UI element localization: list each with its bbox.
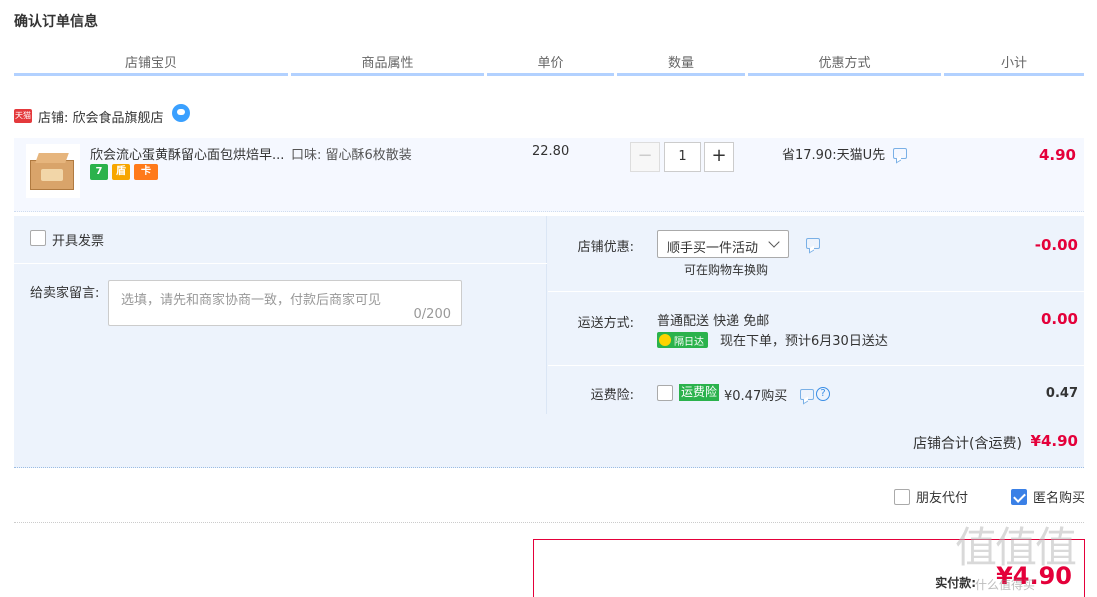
chevron-down-icon <box>768 236 780 248</box>
column-header-qty: 数量 <box>617 52 745 76</box>
lightning-icon <box>659 334 671 346</box>
decrease-quantity-button[interactable]: − <box>630 142 660 172</box>
column-header-subtotal: 小计 <box>944 52 1084 76</box>
discount-info-icon[interactable] <box>806 238 820 249</box>
watermark-glyph: 值值值 <box>955 523 1077 572</box>
increase-quantity-button[interactable]: + <box>704 142 734 172</box>
shop-discount-select[interactable]: 顺手买一件活动 <box>657 230 789 258</box>
seller-message-label: 给卖家留言: <box>30 286 100 301</box>
shipping-insurance-label: 运费险: <box>590 388 634 403</box>
shipping-insurance-row: 运费险: 运费险 ¥0.47购买 ? 0.47 <box>548 366 1084 414</box>
shop-discount-label: 店铺优惠: <box>577 240 634 255</box>
shipping-method: 普通配送 快递 免邮 <box>657 314 770 329</box>
friend-pay-option[interactable]: 朋友代付 <box>894 487 968 506</box>
shop-discount-amount: -0.00 <box>1034 236 1078 254</box>
item-subtotal: 4.90 <box>1038 146 1076 164</box>
tmall-icon: 天猫 <box>14 109 32 123</box>
insurance-info-icon[interactable] <box>800 389 814 400</box>
seller-message-counter: 0/200 <box>413 307 451 322</box>
invoice-row: 开具发票 <box>14 216 547 264</box>
column-header-price: 单价 <box>487 52 614 76</box>
shield-guarantee-icon[interactable]: 盾 <box>112 164 130 180</box>
seven-day-return-icon[interactable]: 7 <box>90 164 108 180</box>
chat-contact-icon[interactable] <box>171 104 190 122</box>
seller-message-input[interactable]: 选填，请先和商家协商一致，付款后商家可见 0/200 <box>108 280 462 326</box>
invoice-label[interactable]: 开具发票 <box>52 230 104 249</box>
anonymous-buy-checkbox[interactable] <box>1011 488 1027 505</box>
next-day-badge-text: 隔日达 <box>674 336 704 348</box>
shipping-label: 运送方式: <box>577 316 634 331</box>
friend-pay-label[interactable]: 朋友代付 <box>916 487 968 506</box>
column-header-attr: 商品属性 <box>291 52 484 76</box>
invoice-checkbox[interactable] <box>30 230 46 246</box>
product-sku: 口味: 留心酥6枚散装 <box>291 148 412 163</box>
cart-swap-hint: 可在购物车换购 <box>684 263 769 277</box>
friend-pay-checkbox[interactable] <box>894 488 910 505</box>
shop-discount-selected: 顺手买一件活动 <box>667 241 759 256</box>
shipping-insurance-price: ¥0.47购买 <box>724 389 788 404</box>
order-options-right: 店铺优惠: 顺手买一件活动 可在购物车换购 -0.00 运送方式: 普通配送 快… <box>548 216 1084 414</box>
column-header-item: 店铺宝贝 <box>14 52 288 76</box>
column-header: 店铺宝贝 商品属性 单价 数量 优惠方式 小计 <box>14 52 1084 76</box>
product-image <box>30 160 74 190</box>
shipping-amount: 0.00 <box>1040 310 1078 328</box>
item-discount-text: 省17.90:天猫U先 <box>782 148 886 163</box>
quantity-stepper: − 1 + <box>630 142 734 172</box>
shop-total-value: ¥4.90 <box>1030 432 1078 450</box>
page-title: 确认订单信息 <box>14 14 98 30</box>
service-icons: 7 盾 卡 <box>90 164 158 180</box>
order-options-left: 开具发票 给卖家留言: 选填，请先和商家协商一致，付款后商家可见 0/200 <box>14 216 547 414</box>
shop-total-label: 店铺合计(含运费) <box>913 436 1022 452</box>
order-item-row: 欣会流心蛋黄酥留心面包烘焙早... 7 盾 卡 口味: 留心酥6枚散装 22.8… <box>14 138 1084 212</box>
shop-discount-row: 店铺优惠: 顺手买一件活动 可在购物车换购 -0.00 <box>548 216 1084 292</box>
credit-card-icon[interactable]: 卡 <box>134 164 158 180</box>
next-day-badge: 隔日达 <box>657 332 708 348</box>
product-title-link[interactable]: 欣会流心蛋黄酥留心面包烘焙早... <box>90 144 290 163</box>
shipping-insurance-badge: 运费险 <box>679 384 720 401</box>
shipping-insurance-checkbox[interactable] <box>657 385 673 401</box>
watermark-logo: 值值值 什么值得买 <box>955 514 1085 597</box>
seller-message-placeholder: 选填，请先和商家协商一致，付款后商家可见 <box>121 293 382 308</box>
shop-row: 天猫 店铺: 欣会食品旗舰店 <box>14 104 190 126</box>
order-options-panel: 开具发票 给卖家留言: 选填，请先和商家协商一致，付款后商家可见 0/200 店… <box>14 216 1084 414</box>
product-thumbnail[interactable] <box>26 144 80 198</box>
help-icon[interactable]: ? <box>816 387 830 401</box>
anonymous-buy-option[interactable]: 匿名购买 <box>1011 487 1085 506</box>
watermark-text: 什么值得买 <box>975 578 1036 592</box>
shipping-row: 运送方式: 普通配送 快递 免邮 隔日达 现在下单，预计6月30日送达 0.00 <box>548 292 1084 366</box>
discount-info-icon[interactable] <box>893 148 908 159</box>
shipping-insurance-amount: 0.47 <box>1045 386 1078 401</box>
item-discount: 省17.90:天猫U先 <box>782 144 908 163</box>
quantity-input[interactable]: 1 <box>664 142 701 172</box>
divider <box>14 522 1084 523</box>
unit-price: 22.80 <box>532 144 570 159</box>
column-header-discount: 优惠方式 <box>748 52 941 76</box>
shipping-eta: 现在下单，预计6月30日送达 <box>720 334 888 349</box>
shop-name[interactable]: 店铺: 欣会食品旗舰店 <box>38 107 164 126</box>
anonymous-buy-label[interactable]: 匿名购买 <box>1033 487 1085 506</box>
shop-total-row: 店铺合计(含运费) ¥4.90 <box>14 414 1084 468</box>
